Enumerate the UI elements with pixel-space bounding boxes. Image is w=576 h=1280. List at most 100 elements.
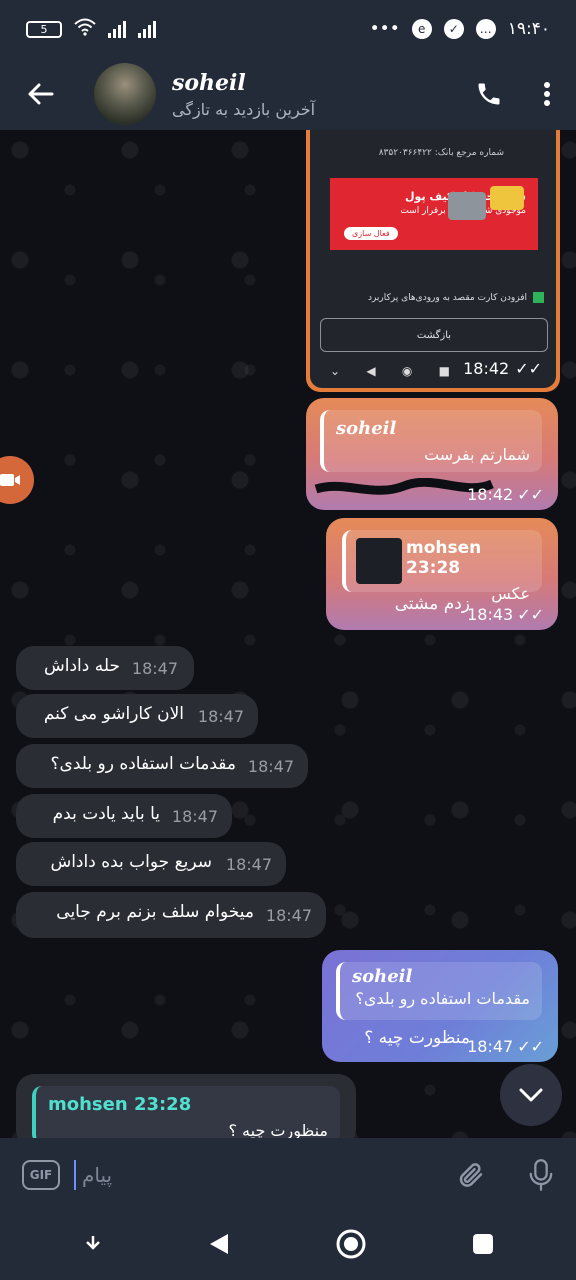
message-time: 18:47 [225, 855, 272, 874]
battery-level: 5 [40, 22, 48, 36]
checkbox-label: افزودن کارت مقصد به ورودی‌های پرکاربرد [367, 292, 527, 303]
back-button[interactable] [0, 58, 80, 130]
outgoing-message[interactable]: mohsen 23:28 عکس زدم مشتی 18:43 ✓✓ [326, 518, 558, 630]
outgoing-message[interactable]: soheil شمارتم بفرست 18:42 ✓✓ [306, 398, 558, 510]
screenshot-checkbox: افزودن کارت مقصد به ورودی‌های پرکاربرد [368, 292, 544, 303]
reply-text: شمارتم بفرست [424, 445, 530, 464]
incoming-message[interactable]: الان کاراشو می کنم 18:47 [16, 694, 258, 738]
outgoing-message[interactable]: soheil مقدمات استفاده رو بلدی؟ منظورت چی… [322, 950, 558, 1062]
screenshot-back-button: بازگشت [320, 318, 548, 352]
input-placeholder: پیام [82, 1163, 113, 1187]
voice-record-button[interactable] [506, 1138, 576, 1212]
chat-notification-icon: … [475, 19, 496, 39]
gif-button[interactable]: GIF [22, 1160, 60, 1190]
reply-author: soheil [336, 418, 397, 439]
nav-recent-icon: ■ [438, 364, 450, 378]
message-time: 18:47 [197, 707, 244, 726]
incoming-message[interactable]: میخوام سلف بزنم برم جایی 18:47 [16, 892, 326, 938]
more-status-icon: ••• [369, 19, 400, 39]
nav-back-button[interactable] [208, 1232, 230, 1260]
incoming-message[interactable]: مقدمات استفاده رو بلدی؟ 18:47 [16, 744, 308, 788]
message-meta: 18:42 ✓✓ [467, 485, 544, 504]
message-time: 18:47 [467, 1037, 514, 1056]
screenshot-banner: شارژ خودکار کیف پول موجودی شما همیشه برق… [330, 178, 538, 250]
video-call-button[interactable] [0, 456, 34, 504]
text-cursor [74, 1160, 76, 1190]
reply-preview[interactable]: soheil شمارتم بفرست [320, 410, 542, 472]
more-vertical-icon [544, 82, 550, 106]
peer-info[interactable]: soheil آخرین بازدید به تازگی [172, 70, 460, 119]
message-time: 18:47 [171, 807, 218, 826]
call-button[interactable] [460, 58, 518, 130]
message-meta: 18:43 ✓✓ [467, 605, 544, 624]
message-text: الان کاراشو می کنم [43, 704, 184, 724]
reply-author: mohsen 23:28 [406, 538, 482, 578]
avatar[interactable] [94, 63, 156, 125]
nav-hide-keyboard-button[interactable] [83, 1234, 103, 1258]
reply-preview[interactable]: soheil مقدمات استفاده رو بلدی؟ [336, 962, 542, 1020]
reply-preview[interactable]: mohsen 23:28 عکس [342, 530, 542, 603]
chevron-down-icon [519, 1088, 543, 1102]
banner-button: فعال سازی [344, 227, 398, 240]
status-bar: 5 ••• e ✓ … ۱۹:۴۰ [0, 0, 576, 58]
screenshot-nav-bar: ⌄ ◀ ◉ ■ [330, 364, 450, 378]
menu-button[interactable] [518, 58, 576, 130]
shield-check-icon: ✓ [443, 19, 464, 39]
checkbox-checked-icon [533, 292, 544, 303]
reply-text: مقدمات استفاده رو بلدی؟ [355, 989, 530, 1008]
double-check-icon: ✓✓ [515, 359, 542, 378]
message-text: میخوام سلف بزنم برم جایی [56, 902, 254, 922]
message-text: مقدمات استفاده رو بلدی؟ [50, 754, 236, 774]
message-text: حله داداش [44, 656, 120, 676]
image-message[interactable]: شماره مرجع بانک: ۸۳۵۲۰۳۶۶۴۲۲ شارژ خودکار… [306, 130, 560, 392]
reply-author: soheil [352, 966, 413, 987]
message-text: زدم مشتی [394, 594, 470, 614]
nav-down-icon: ⌄ [330, 364, 341, 378]
message-time: 18:42 [463, 359, 510, 378]
attach-button[interactable] [436, 1138, 506, 1212]
chat-header: soheil آخرین بازدید به تازگی [0, 58, 576, 130]
paperclip-icon [459, 1163, 483, 1187]
signal-icon-2 [138, 20, 156, 38]
reply-author: mohsen 23:28 [48, 1094, 192, 1115]
app-notification-icon: e [411, 19, 432, 39]
signal-icon [108, 20, 126, 38]
reply-compose-preview[interactable]: mohsen 23:28 منظورت چیه ؟ [16, 1074, 356, 1138]
nav-home-icon: ◉ [401, 364, 413, 378]
chevron-down-icon [85, 1236, 100, 1250]
message-meta: 18:42 ✓✓ [463, 359, 542, 378]
message-time: 18:47 [131, 659, 178, 678]
message-text: یا باید یادت بدم [52, 804, 160, 824]
reply-thumbnail [356, 538, 402, 584]
arrow-left-icon [28, 83, 54, 105]
double-check-icon: ✓✓ [517, 485, 544, 504]
phone-icon [478, 83, 500, 105]
screenshot-ref-text: شماره مرجع بانک: ۸۳۵۲۰۳۶۶۴۲۲ [378, 148, 504, 158]
message-list[interactable]: شماره مرجع بانک: ۸۳۵۲۰۳۶۶۴۲۲ شارژ خودکار… [0, 130, 576, 1138]
nav-home-button[interactable] [335, 1228, 367, 1264]
message-input[interactable]: پیام [74, 1155, 436, 1195]
square-recents-icon [472, 1234, 493, 1254]
system-nav-bar [0, 1212, 576, 1280]
card-icon [490, 186, 524, 210]
scroll-down-button[interactable] [500, 1064, 562, 1126]
gif-label: GIF [29, 1168, 53, 1182]
message-time: 18:42 [467, 485, 514, 504]
status-time: ۱۹:۴۰ [507, 19, 550, 39]
message-time: 18:47 [265, 906, 312, 925]
double-check-icon: ✓✓ [517, 605, 544, 624]
last-seen-status: آخرین بازدید به تازگی [172, 99, 316, 119]
message-time: 18:43 [467, 605, 514, 624]
message-meta: 18:47 ✓✓ [467, 1037, 544, 1056]
incoming-message[interactable]: حله داداش 18:47 [16, 646, 194, 690]
incoming-message[interactable]: یا باید یادت بدم 18:47 [16, 794, 232, 838]
reply-preview[interactable]: mohsen 23:28 منظورت چیه ؟ [32, 1086, 340, 1138]
wifi-icon [74, 18, 96, 41]
nav-back-icon: ◀ [366, 364, 376, 378]
reply-text: منظورت چیه ؟ [228, 1121, 328, 1138]
nav-recents-button[interactable] [472, 1233, 494, 1259]
peer-name: soheil [172, 69, 246, 96]
incoming-message[interactable]: سریع جواب بده داداش 18:47 [16, 842, 286, 886]
circle-home-icon [336, 1229, 365, 1259]
double-check-icon: ✓✓ [517, 1037, 544, 1056]
